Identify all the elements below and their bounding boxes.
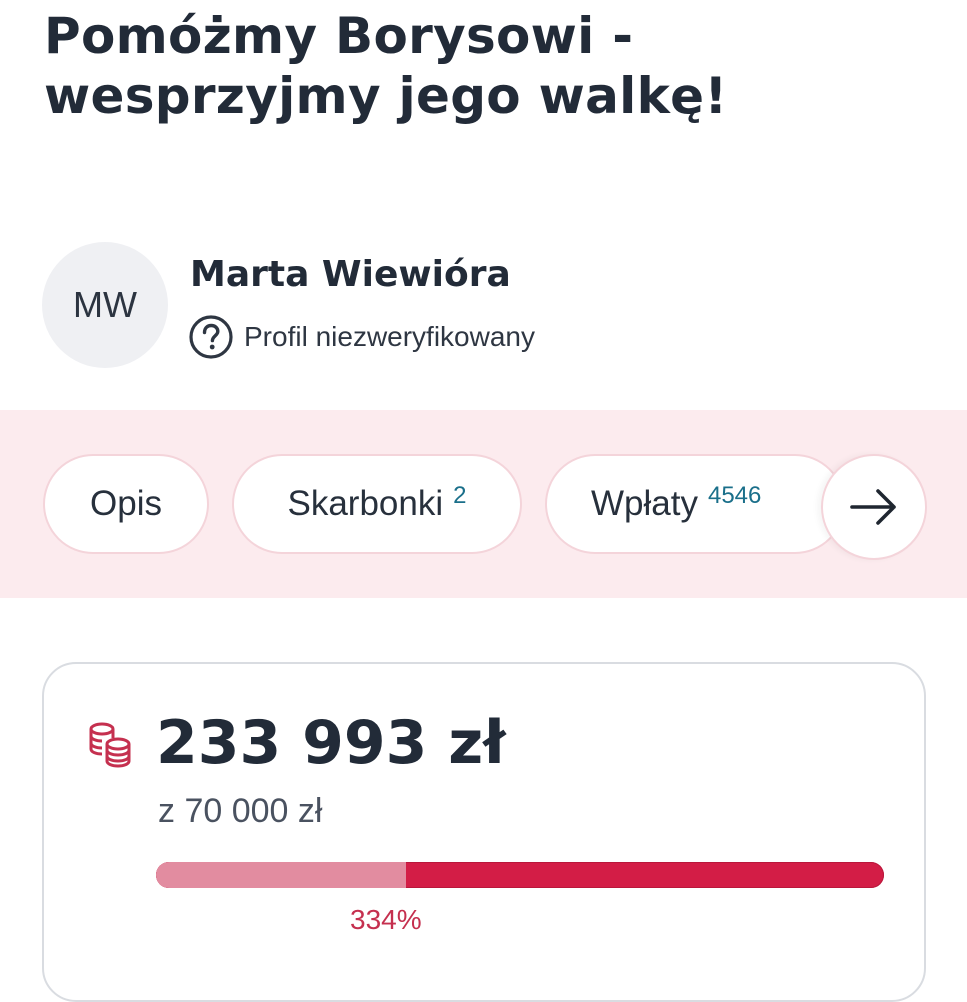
verification-label: Profil niezweryfikowany — [244, 321, 535, 352]
arrow-right-icon — [850, 489, 896, 525]
tabs-next-button[interactable] — [821, 454, 927, 560]
progress-bar — [156, 862, 884, 888]
tab-skarbonki-count: 2 — [453, 482, 467, 509]
goal-amount: z 70 000 zł — [158, 792, 323, 830]
raised-amount: 233 993 zł — [156, 708, 506, 778]
author-name[interactable]: Marta Wiewióra — [190, 254, 511, 295]
tab-wplaty-label: Wpłaty — [591, 484, 698, 523]
progress-percent: 334% — [350, 904, 422, 935]
page-title-line-2: wesprzyjmy jego walkę! — [44, 67, 728, 125]
tab-wplaty[interactable]: Wpłaty 4546 — [545, 454, 845, 554]
avatar-initials: MW — [73, 284, 137, 325]
coins-icon — [89, 722, 131, 768]
tab-wplaty-count: 4546 — [707, 482, 762, 509]
verification-status[interactable]: Profil niezweryfikowany — [188, 314, 535, 360]
page-title-line-1: Pomóżmy Borysowi - — [44, 7, 634, 65]
tabs-bar: Opis Skarbonki 2 Wpłaty 4546 — [0, 410, 967, 598]
tab-skarbonki[interactable]: Skarbonki 2 — [232, 454, 522, 554]
author-section: MW Marta Wiewióra Profil niezweryfikowan… — [42, 242, 922, 372]
tab-skarbonki-label: Skarbonki — [287, 484, 444, 523]
avatar[interactable]: MW — [42, 242, 168, 368]
progress-bar-fill — [156, 862, 407, 888]
tab-opis-label: Opis — [90, 484, 162, 523]
question-circle-icon — [189, 315, 233, 359]
tab-opis[interactable]: Opis — [43, 454, 209, 554]
fundraiser-card: 233 993 zł z 70 000 zł 334% — [42, 662, 926, 1002]
page-title: Pomóżmy Borysowi - wesprzyjmy jego walkę… — [44, 6, 924, 126]
